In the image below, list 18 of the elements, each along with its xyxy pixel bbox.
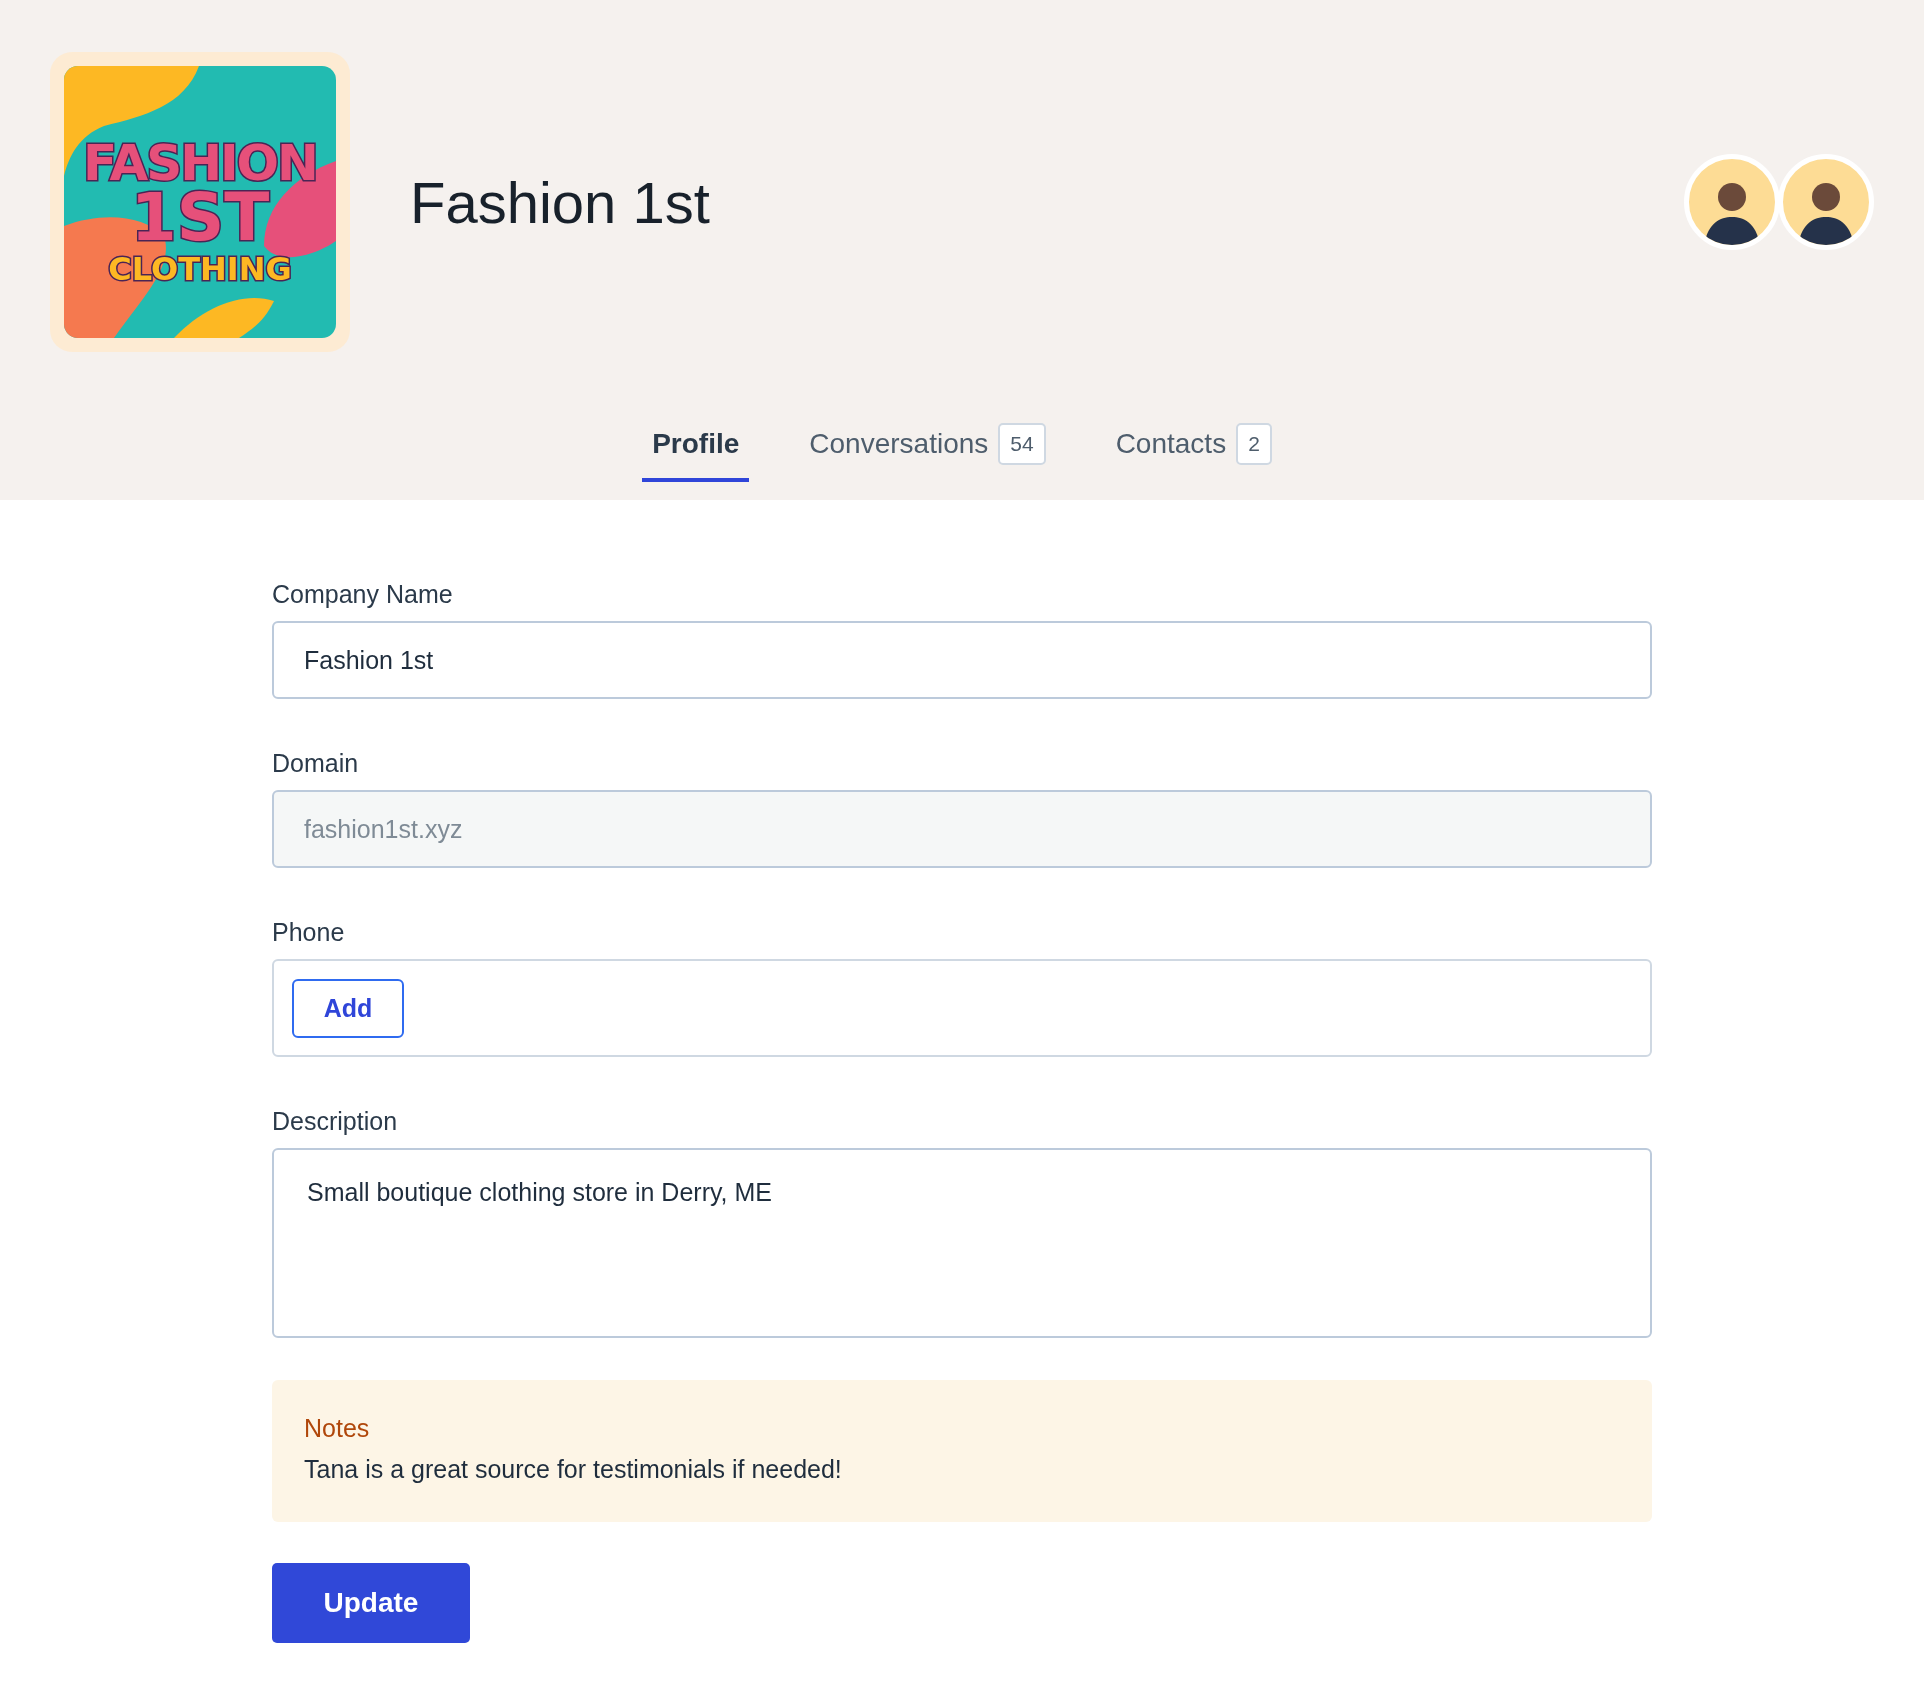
- field-label: Domain: [272, 749, 360, 778]
- field-label: Description: [272, 1107, 399, 1136]
- add-button[interactable]: Add: [292, 978, 404, 1038]
- textarea-field[interactable]: Small boutique clothing store in Derry, ME: [272, 1148, 1652, 1338]
- count-badge: 2: [1236, 423, 1272, 465]
- tab[interactable]: Contacts 2: [1105, 410, 1282, 482]
- notes-text: Tana is a great source for testimonials if needed!: [304, 1455, 843, 1484]
- field-label: Company Name: [272, 580, 454, 609]
- logo-text: FASHION: [83, 139, 317, 188]
- tab[interactable]: Profile: [642, 410, 750, 482]
- logo-text: 1ST: [130, 187, 270, 250]
- field-label: Phone: [272, 918, 346, 947]
- tab[interactable]: Conversations 54: [799, 410, 1056, 482]
- update-button[interactable]: Update: [272, 1563, 470, 1643]
- company-title: Fashion 1st: [410, 168, 711, 236]
- count-badge: 54: [998, 423, 1046, 465]
- notes-title: Notes: [304, 1414, 371, 1443]
- input-field[interactable]: Fashion 1st: [272, 621, 1652, 699]
